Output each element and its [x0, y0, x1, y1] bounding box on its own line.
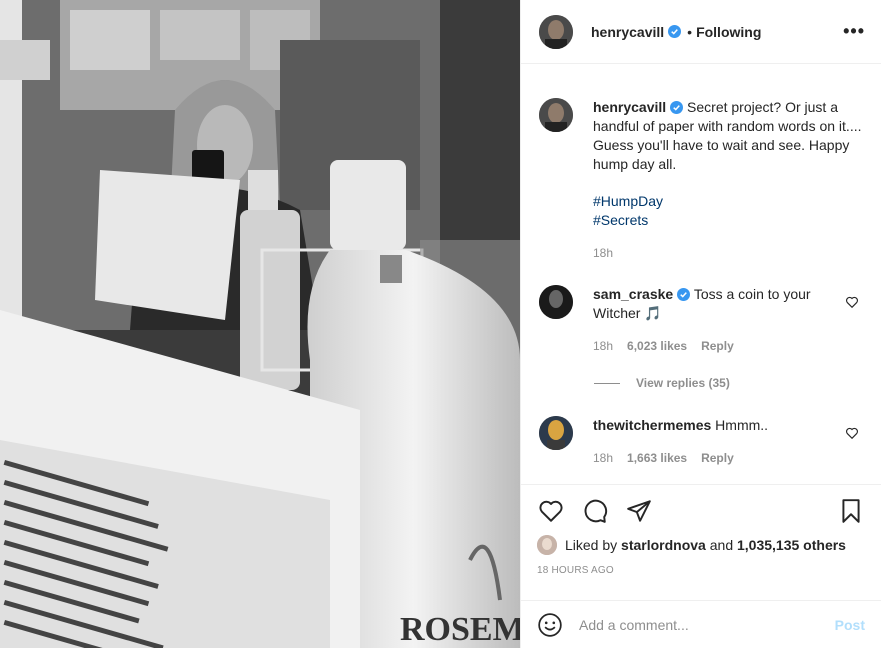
comment-meta: 18h 6,023 likes Reply [593, 337, 833, 356]
reply-button[interactable]: Reply [701, 337, 734, 356]
comment-row: sam_craske Toss a coin to your Witcher 🎵… [539, 285, 865, 356]
comment-meta: 18h 1,663 likes Reply [593, 449, 833, 468]
comment-bubble-icon[interactable] [581, 497, 609, 525]
comment-username[interactable]: thewitchermemes [593, 417, 711, 433]
like-heart-icon[interactable] [537, 497, 565, 525]
caption-avatar[interactable] [539, 98, 573, 132]
comment-time: 18h [593, 451, 614, 465]
comment-likes[interactable]: 6,023 likes [627, 337, 687, 356]
comment-row: thewitchermemes Hmmm.. 18h 1,663 likes R… [539, 416, 865, 468]
verified-badge-icon [677, 288, 691, 301]
hashtag-secrets[interactable]: #Secrets [593, 212, 648, 228]
post-timestamp[interactable]: 18 HOURS AGO [537, 565, 865, 576]
view-replies-label: View replies (35) [636, 376, 730, 390]
reply-button[interactable]: Reply [701, 449, 734, 468]
comment-time: 18h [593, 339, 614, 353]
likes-summary: Liked by starlordnova and 1,035,135 othe… [537, 535, 865, 555]
commenter-avatar[interactable] [539, 285, 573, 319]
music-note-emoji: 🎵 [644, 305, 662, 321]
view-replies-button[interactable]: View replies (35) [594, 376, 865, 390]
comment-username[interactable]: sam_craske [593, 286, 673, 302]
liked-by-others[interactable]: 1,035,135 others [737, 537, 846, 553]
avatar-image [539, 416, 573, 450]
avatar-image [539, 14, 573, 49]
commenter-avatar[interactable] [539, 416, 573, 450]
verified-badge-icon [668, 25, 682, 38]
avatar-image [539, 98, 573, 132]
comment-body: thewitchermemes Hmmm.. 18h 1,663 likes R… [593, 416, 833, 468]
liked-by-and: and [709, 537, 734, 553]
emoji-smiley-icon[interactable] [537, 612, 563, 638]
replies-divider-line [594, 382, 620, 384]
comment-likes[interactable]: 1,663 likes [627, 449, 687, 468]
more-options-icon[interactable]: ••• [843, 21, 865, 42]
caption-meta: 18h [593, 244, 863, 263]
action-icons [537, 497, 865, 525]
like-comment-heart-icon[interactable] [845, 426, 859, 440]
comment-input[interactable] [579, 616, 835, 633]
following-button[interactable]: Following [696, 24, 761, 40]
separator-dot: • [687, 23, 693, 40]
post-side-panel: henrycavill • Following ••• henrycavill … [520, 0, 881, 648]
hashtag-humpday[interactable]: #HumpDay [593, 193, 663, 209]
caption-row: henrycavill Secret project? Or just a ha… [539, 98, 865, 263]
svg-text:ROSEMA: ROSEMA [400, 611, 520, 648]
post-comment-button[interactable]: Post [835, 617, 865, 633]
liker-avatar[interactable] [537, 535, 557, 555]
author-avatar[interactable] [539, 14, 573, 49]
verified-badge-icon [670, 101, 684, 114]
add-comment-bar: Post [521, 600, 881, 648]
save-bookmark-icon[interactable] [837, 497, 865, 525]
comment-body: sam_craske Toss a coin to your Witcher 🎵… [593, 285, 833, 356]
post-actions: Liked by starlordnova and 1,035,135 othe… [521, 484, 881, 606]
caption-time: 18h [593, 246, 614, 260]
comment-text: Hmmm.. [715, 417, 769, 433]
photo-illustration: ROSEMA [0, 0, 520, 648]
share-paper-plane-icon[interactable] [625, 497, 653, 525]
post-photo[interactable]: ROSEMA [0, 0, 520, 648]
comments-list[interactable]: henrycavill Secret project? Or just a ha… [521, 64, 881, 484]
caption-username[interactable]: henrycavill [593, 99, 666, 115]
author-username[interactable]: henrycavill [591, 24, 664, 40]
instagram-post-modal: ROSEMA [0, 0, 881, 648]
caption-body: henrycavill Secret project? Or just a ha… [593, 98, 863, 263]
liked-by-prefix: Liked by [565, 537, 618, 553]
like-comment-heart-icon[interactable] [845, 295, 859, 309]
post-header: henrycavill • Following ••• [521, 0, 881, 64]
liked-by-user[interactable]: starlordnova [621, 537, 706, 553]
avatar-image [539, 285, 573, 319]
